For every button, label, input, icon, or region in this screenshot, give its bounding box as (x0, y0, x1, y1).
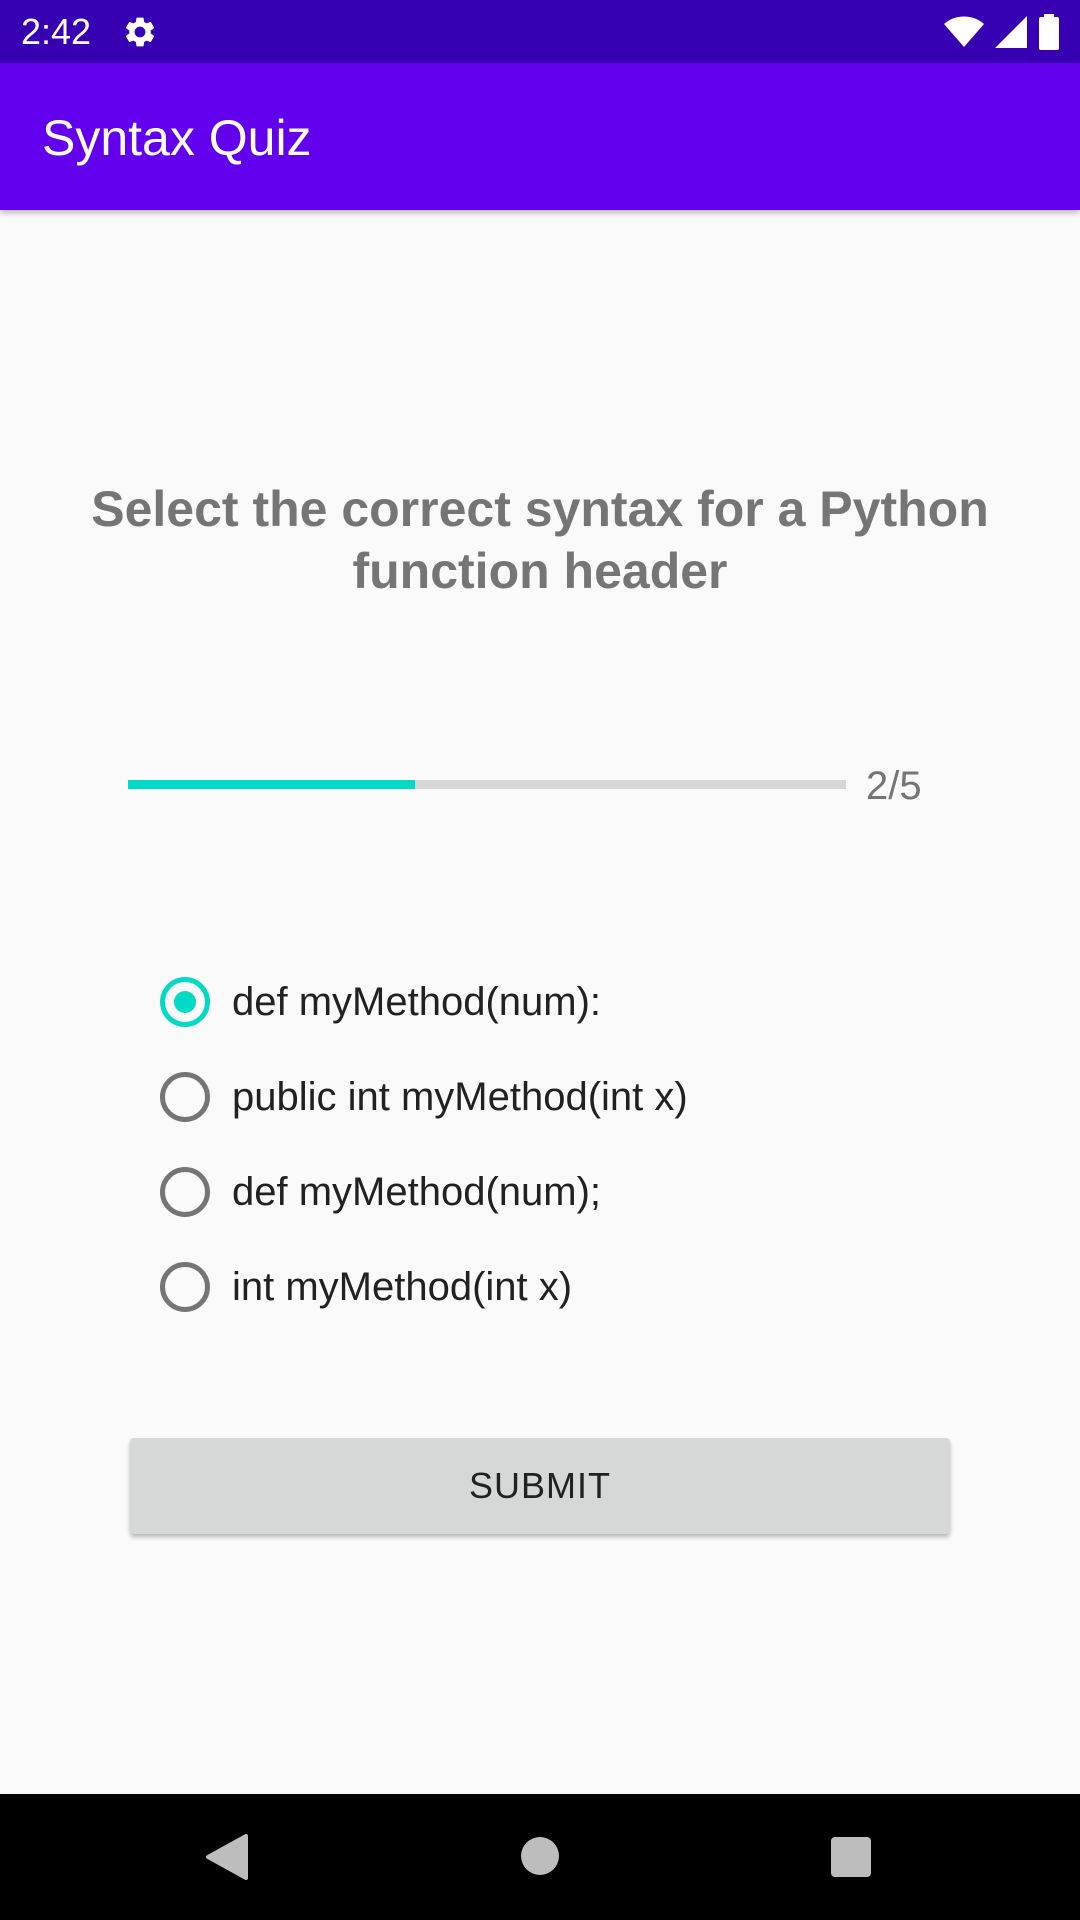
status-time: 2:42 (21, 11, 92, 52)
progress-bar (128, 780, 846, 789)
app-bar: Syntax Quiz (0, 63, 1080, 210)
home-icon[interactable] (521, 1837, 559, 1875)
answer-option-1[interactable]: def myMethod(num): (160, 954, 688, 1049)
answer-option-label: def myMethod(num); (232, 1169, 602, 1214)
recent-apps-icon[interactable] (831, 1837, 871, 1877)
status-icons (944, 12, 1060, 52)
radio-button-icon[interactable] (160, 1071, 210, 1122)
radio-button-icon[interactable] (160, 1166, 210, 1217)
progress-fill (128, 780, 416, 789)
wifi-icon (944, 16, 984, 47)
app-title: Syntax Quiz (42, 110, 312, 166)
gear-icon (125, 17, 155, 47)
progress-label: 2/5 (866, 764, 922, 808)
cell-signal-icon (995, 16, 1027, 48)
answer-option-4[interactable]: int myMethod(int x) (160, 1239, 688, 1334)
answer-option-3[interactable]: def myMethod(num); (160, 1144, 688, 1239)
back-icon[interactable] (204, 1834, 248, 1880)
radio-button-icon[interactable] (160, 1261, 210, 1312)
radio-button-icon[interactable] (160, 976, 210, 1027)
answer-options: def myMethod(num): public int myMethod(i… (160, 954, 688, 1334)
answer-option-label: int myMethod(int x) (232, 1264, 573, 1309)
status-bar: 2:42 (0, 0, 1080, 63)
answer-option-label: public int myMethod(int x) (232, 1074, 688, 1119)
battery-icon (1039, 14, 1059, 50)
question-text: Select the correct syntax for a Python f… (91, 481, 989, 599)
submit-button[interactable]: SUBMIT (130, 1438, 950, 1534)
answer-option-2[interactable]: public int myMethod(int x) (160, 1049, 688, 1144)
answer-option-label: def myMethod(num): (232, 979, 602, 1024)
navigation-bar (0, 1794, 1080, 1920)
